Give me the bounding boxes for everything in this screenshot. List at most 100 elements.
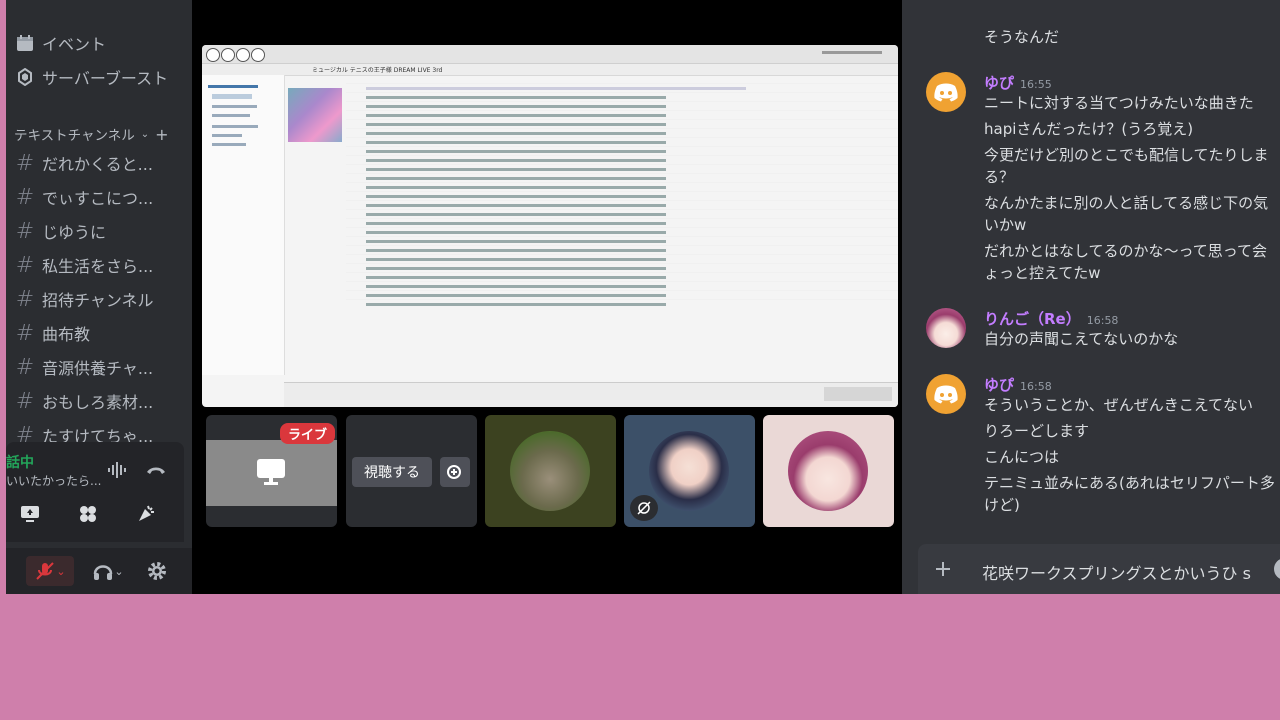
- channel-label: だれかくると...: [42, 155, 153, 174]
- text-channels-header[interactable]: テキストチャンネル ⌄ +: [14, 124, 169, 145]
- channel-label: 音源供養チャ...: [42, 359, 154, 378]
- avatar[interactable]: [926, 308, 966, 348]
- emoji-icon[interactable]: [1274, 558, 1280, 580]
- stop-icon: [221, 48, 235, 62]
- stream-stage: ミュージカル テニスの王子様 DREAM LIVE 3rd ライブ 視聴する: [192, 0, 902, 594]
- attach-button[interactable]: [930, 556, 956, 582]
- author-name[interactable]: ゆぴ: [984, 74, 1014, 92]
- message-timestamp: 16:58: [1020, 380, 1052, 393]
- hash-icon: #: [15, 388, 35, 414]
- nav-server-boost[interactable]: サーバーブースト: [16, 62, 168, 92]
- message-text: ょっと控えてたw: [984, 264, 1101, 282]
- message-author: りんご（Re） 16:58: [984, 308, 1118, 329]
- channel-label: 曲布教: [42, 325, 91, 344]
- message-text: そういうことか、ぜんぜんきこえてない: [984, 396, 1253, 414]
- volume-slider: [822, 51, 882, 54]
- watch-stream-button[interactable]: 視聴する: [352, 457, 432, 487]
- plus-icon: [936, 562, 950, 576]
- author-name[interactable]: りんご（Re）: [984, 310, 1081, 328]
- hash-icon: #: [15, 286, 35, 312]
- message-text: けど): [984, 496, 1020, 514]
- avatar[interactable]: [926, 374, 966, 414]
- message-text: りろーどします: [984, 422, 1090, 440]
- chevron-down-icon: ⌄: [56, 564, 66, 578]
- video-off-icon: [630, 495, 658, 521]
- nav-server-boost-label: サーバーブースト: [42, 69, 169, 88]
- user-panel: ⌄ ⌄: [6, 548, 192, 594]
- deafen-button[interactable]: ⌄: [84, 556, 132, 586]
- stream-tile-watch[interactable]: 視聴する: [346, 415, 477, 527]
- channel-label: でぃすこにつ...: [42, 189, 154, 208]
- channel-sidebar: イベント サーバーブースト テキストチャンネル ⌄ + # だれかくると... #…: [6, 0, 192, 594]
- live-badge: ライブ: [280, 423, 336, 444]
- message-line-cut: [984, 0, 989, 16]
- participant-tile-anime[interactable]: [624, 415, 755, 527]
- gear-icon: [148, 562, 166, 580]
- message-text: いかw: [984, 216, 1027, 234]
- channel-item[interactable]: # 私生活をさら...: [14, 250, 190, 280]
- hash-icon: #: [15, 150, 35, 176]
- message-input[interactable]: 花咲ワークスプリングスとかいうひ s: [982, 560, 1251, 584]
- mute-button[interactable]: ⌄: [26, 556, 74, 586]
- discord-logo-icon: [934, 83, 958, 102]
- calendar-icon: [16, 34, 34, 52]
- hash-icon: #: [15, 354, 35, 380]
- voice-status: 話中: [6, 455, 34, 471]
- channel-label: 招待チャンネル: [42, 291, 154, 310]
- album-art: [288, 88, 342, 142]
- next-icon: [251, 48, 265, 62]
- popout-button[interactable]: [440, 457, 470, 487]
- channel-item[interactable]: # おもしろ素材...: [14, 386, 190, 416]
- message-text: なんかたまに別の人と話してる感じ下の気: [984, 194, 1269, 212]
- participant-tile-pink[interactable]: [763, 415, 894, 527]
- voice-connection-panel: 話中 いいたかったら...: [6, 442, 184, 542]
- soundboard-icon: [139, 505, 154, 521]
- message-text: hapiさんだったけ？(うろ覚え): [984, 120, 1194, 138]
- disconnect-button[interactable]: [136, 454, 176, 486]
- message-text: 自分の声聞こえてないのかな: [984, 330, 1179, 348]
- message-author: ゆぴ 16:58: [984, 374, 1052, 395]
- chat-panel: そうなんだ ゆぴ 16:55 ニートに対する当てつけみたいな曲きた hapiさんだ…: [902, 0, 1280, 594]
- nav-events-label: イベント: [42, 35, 107, 54]
- participant-avatar: [510, 431, 590, 511]
- stream-tile-live[interactable]: ライブ: [206, 415, 337, 527]
- track-list: [346, 75, 898, 306]
- eye-plus-icon: [447, 465, 461, 479]
- message-text: こんにつは: [984, 448, 1060, 466]
- settings-button[interactable]: [142, 556, 172, 586]
- hash-icon: #: [15, 184, 35, 210]
- participant-avatar: [649, 431, 729, 511]
- channel-item[interactable]: # じゆうに: [14, 216, 190, 246]
- channel-label: おもしろ素材...: [42, 393, 154, 412]
- channel-item[interactable]: # だれかくると...: [14, 148, 190, 178]
- soundwave-icon: [108, 462, 126, 478]
- soundboard-button[interactable]: [126, 498, 166, 530]
- hash-icon: #: [15, 252, 35, 278]
- screen-share-button[interactable]: [10, 498, 50, 530]
- noise-suppression-button[interactable]: [98, 454, 138, 486]
- voice-channel-name[interactable]: いいたかったら...: [6, 472, 101, 489]
- media-player-sidebar: [202, 75, 285, 375]
- chevron-down-icon: ⌄: [114, 564, 124, 578]
- channel-item[interactable]: # 音源供養チャ...: [14, 352, 190, 382]
- channel-item[interactable]: # 招待チャンネル: [14, 284, 190, 314]
- message-text: 今更だけど別のとこでも配信してたりしま: [984, 146, 1269, 164]
- channel-item[interactable]: # 曲布教: [14, 318, 190, 348]
- participant-tile-cat[interactable]: [485, 415, 616, 527]
- message-text: ニートに対する当てつけみたいな曲きた: [984, 94, 1254, 112]
- screen-share-icon: [21, 506, 39, 522]
- message-author: ゆぴ 16:55: [984, 72, 1052, 93]
- message-text: だれかとはなしてるのかな～って思って会: [984, 242, 1268, 260]
- nav-events[interactable]: イベント: [16, 28, 106, 58]
- message-input-bar: 花咲ワークスプリングスとかいうひ s: [918, 544, 1280, 594]
- shared-screen[interactable]: ミュージカル テニスの王子様 DREAM LIVE 3rd: [202, 45, 898, 407]
- activities-button[interactable]: [68, 498, 108, 530]
- author-name[interactable]: ゆぴ: [984, 376, 1014, 394]
- message-timestamp: 16:55: [1020, 78, 1052, 91]
- channel-label: じゆうに: [42, 223, 107, 242]
- avatar[interactable]: [926, 72, 966, 112]
- activity-icon: [80, 506, 96, 522]
- add-channel-icon[interactable]: +: [155, 125, 168, 144]
- media-player-toolbar: [202, 45, 898, 64]
- channel-item[interactable]: # でぃすこにつ...: [14, 182, 190, 212]
